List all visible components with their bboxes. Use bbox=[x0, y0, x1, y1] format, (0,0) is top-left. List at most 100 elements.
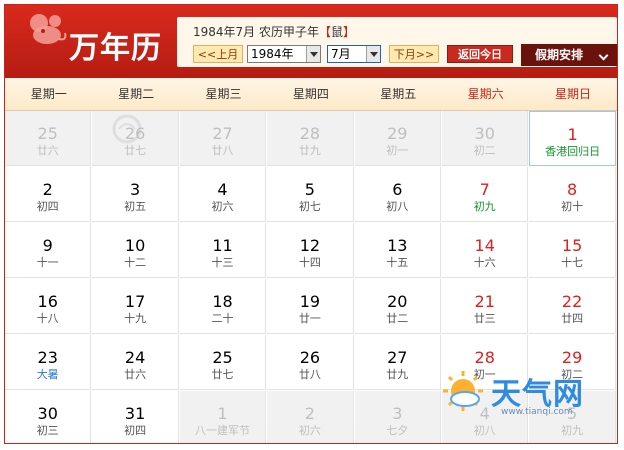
calendar-day-cell[interactable]: 26 廿八 bbox=[267, 335, 354, 390]
zodiac-close-bracket: 】 bbox=[343, 25, 356, 39]
lunar-date: 廿七 bbox=[124, 144, 147, 157]
month-select[interactable]: 7月 bbox=[327, 45, 381, 63]
calendar-day-cell[interactable]: 27 廿九 bbox=[354, 335, 441, 390]
day-number: 27 bbox=[212, 124, 233, 143]
lunar-date: 十四 bbox=[298, 256, 321, 269]
lunar-date: 廿三 bbox=[473, 312, 496, 325]
calendar-day-cell[interactable]: 25 廿六 bbox=[5, 111, 92, 166]
day-number: 14 bbox=[474, 236, 495, 255]
calendar-day-cell[interactable]: 16 十八 bbox=[5, 279, 92, 334]
lunar-date: 十五 bbox=[386, 256, 409, 269]
calendar-day-cell[interactable]: 15 十七 bbox=[529, 223, 616, 278]
day-number: 4 bbox=[217, 180, 228, 199]
chevron-down-icon bbox=[598, 50, 609, 61]
weekday-label: 星期五 bbox=[380, 87, 417, 101]
day-number: 30 bbox=[37, 404, 58, 423]
calendar-day-cell[interactable]: 13 十五 bbox=[354, 223, 441, 278]
day-number: 1 bbox=[217, 404, 228, 423]
day-number: 25 bbox=[37, 124, 58, 143]
lunar-date: 初三 bbox=[36, 424, 59, 437]
calendar-day-cell[interactable]: 17 十九 bbox=[92, 279, 179, 334]
calendar-day-cell[interactable]: 2 初四 bbox=[5, 167, 92, 222]
calendar-day-cell[interactable]: 1 八一建军节 bbox=[179, 391, 267, 443]
day-number: 13 bbox=[387, 236, 408, 255]
lunar-date: 廿二 bbox=[386, 312, 409, 325]
calendar-day-cell[interactable]: 29 初一 bbox=[354, 111, 441, 166]
calendar-day-cell[interactable]: 18 二十 bbox=[179, 279, 267, 334]
control-panel: 1984年7月 农历甲子年【鼠】 <<上月 1984年 7月 下月>> 返回今日… bbox=[177, 17, 617, 67]
calendar-day-cell[interactable]: 12 十四 bbox=[267, 223, 354, 278]
day-number: 21 bbox=[474, 292, 495, 311]
day-number: 16 bbox=[37, 292, 58, 311]
calendar-day-cell[interactable]: 1 香港回归日 bbox=[529, 111, 616, 166]
lunar-date: 初十 bbox=[561, 200, 584, 213]
day-number: 19 bbox=[299, 292, 321, 311]
calendar-day-cell[interactable]: 3 七夕 bbox=[354, 391, 441, 443]
lunar-year-text: 1984年7月 农历甲子年 bbox=[193, 25, 319, 39]
day-number: 17 bbox=[124, 292, 146, 311]
day-number: 3 bbox=[129, 180, 141, 199]
day-number: 5 bbox=[566, 404, 578, 423]
lunar-date: 初六 bbox=[211, 200, 234, 213]
calendar-day-cell[interactable]: 5 初七 bbox=[267, 167, 354, 222]
back-to-today-button[interactable]: 返回今日 bbox=[447, 45, 513, 63]
calendar-day-cell[interactable]: 29 初二 bbox=[529, 335, 616, 390]
calendar-day-cell[interactable]: 11 十三 bbox=[179, 223, 267, 278]
lunar-date: 十七 bbox=[561, 256, 584, 269]
day-number: 8 bbox=[566, 180, 578, 199]
day-number: 6 bbox=[392, 180, 403, 199]
lunar-date: 初二 bbox=[561, 368, 584, 381]
calendar-day-cell[interactable]: 25 廿七 bbox=[179, 335, 267, 390]
calendar-day-cell[interactable]: 21 廿三 bbox=[442, 279, 529, 334]
calendar-day-cell[interactable]: 7 初九 bbox=[442, 167, 529, 222]
lunar-date: 初八 bbox=[386, 200, 409, 213]
calendar-day-cell[interactable]: 20 廿二 bbox=[354, 279, 441, 334]
calendar-day-cell[interactable]: 24 廿六 bbox=[92, 335, 179, 390]
day-number: 29 bbox=[561, 348, 583, 367]
day-number: 12 bbox=[299, 236, 321, 255]
app-title: 万年历 bbox=[69, 31, 162, 66]
lunar-date: 八一建军节 bbox=[194, 424, 250, 437]
weekday-label: 星期一 bbox=[30, 87, 67, 101]
weekday-header: 星期一 星期二 星期三 星期四 星期五 星期六 星期日 bbox=[5, 78, 617, 111]
calendar-day-cell[interactable]: 3 初五 bbox=[92, 167, 179, 222]
calendar-day-cell[interactable]: 28 初一 bbox=[442, 335, 529, 390]
weekday-label: 星期日 bbox=[555, 87, 592, 101]
lunar-date: 廿一 bbox=[298, 312, 321, 325]
calendar-day-cell[interactable]: 8 初十 bbox=[529, 167, 616, 222]
lunar-date: 初九 bbox=[561, 424, 584, 437]
lunar-date: 初一 bbox=[473, 368, 496, 381]
day-number: 29 bbox=[387, 124, 408, 143]
rat-zodiac-icon bbox=[30, 14, 67, 44]
day-number: 28 bbox=[299, 124, 321, 143]
calendar-day-cell[interactable]: 30 初二 bbox=[442, 111, 529, 166]
holiday-schedule-dropdown[interactable]: 假期安排 bbox=[521, 44, 617, 66]
lunar-date: 初二 bbox=[473, 144, 496, 157]
calendar-day-cell[interactable]: 10 十二 bbox=[92, 223, 179, 278]
year-select[interactable]: 1984年 bbox=[247, 45, 321, 63]
calendar-day-cell[interactable]: 2 初六 bbox=[267, 391, 354, 443]
calendar-day-cell[interactable]: 22 廿四 bbox=[529, 279, 616, 334]
calendar-day-cell[interactable]: 14 十六 bbox=[442, 223, 529, 278]
day-number: 2 bbox=[42, 180, 53, 199]
day-number: 24 bbox=[124, 348, 146, 367]
calendar-day-cell[interactable]: 28 廿九 bbox=[267, 111, 354, 166]
calendar-day-cell[interactable]: 6 初八 bbox=[354, 167, 441, 222]
prev-month-button[interactable]: <<上月 bbox=[193, 45, 243, 63]
calendar-day-cell[interactable]: 19 廿一 bbox=[267, 279, 354, 334]
calendar-day-cell[interactable]: 26 廿七 bbox=[92, 111, 179, 166]
calendar-day-cell[interactable]: 5 初九 bbox=[529, 391, 616, 443]
holiday-schedule-label: 假期安排 bbox=[535, 48, 584, 62]
calendar-day-cell[interactable]: 27 廿八 bbox=[179, 111, 267, 166]
lunar-date: 二十 bbox=[211, 312, 234, 325]
next-month-button[interactable]: 下月>> bbox=[389, 45, 439, 63]
calendar-day-cell[interactable]: 23 大暑 bbox=[5, 335, 92, 390]
calendar-day-cell[interactable]: 9 十一 bbox=[5, 223, 92, 278]
calendar-day-cell[interactable]: 30 初三 bbox=[5, 391, 92, 443]
calendar-day-cell[interactable]: 31 初四 bbox=[92, 391, 179, 443]
day-number: 2 bbox=[304, 404, 315, 423]
calendar-day-cell[interactable]: 4 初六 bbox=[179, 167, 267, 222]
day-number: 31 bbox=[124, 404, 146, 423]
lunar-date: 廿八 bbox=[298, 368, 321, 381]
calendar-day-cell[interactable]: 4 初八 bbox=[442, 391, 529, 443]
